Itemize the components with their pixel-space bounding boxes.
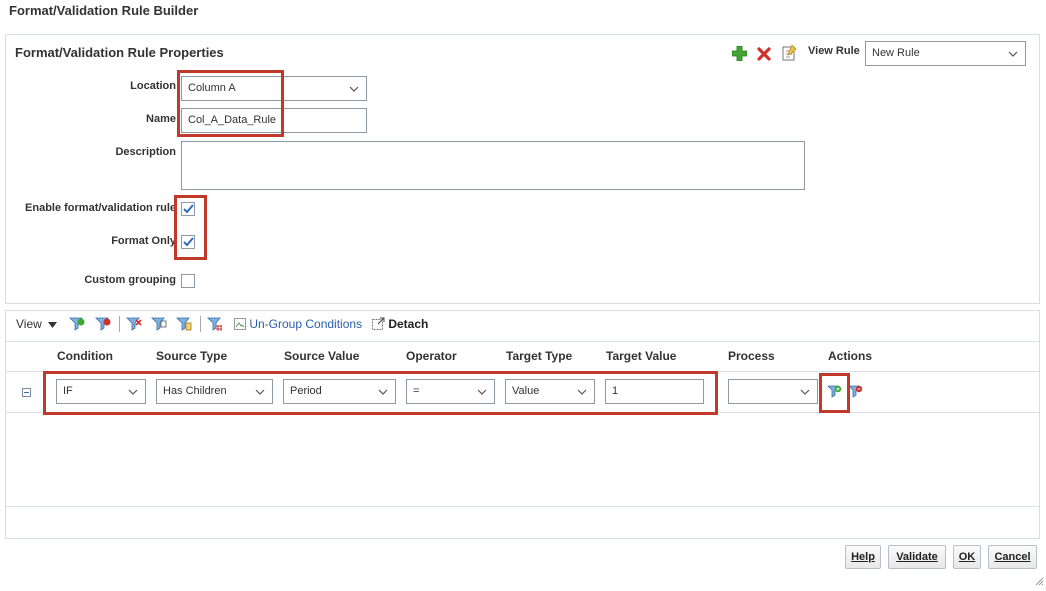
enable-rule-label: Enable format/validation rule [25, 202, 176, 214]
description-field[interactable] [181, 141, 805, 190]
group-conditions-icon[interactable] [207, 317, 223, 335]
chevron-down-icon [477, 389, 487, 395]
location-value: Column A [188, 82, 236, 94]
col-header-process: Process [728, 349, 775, 363]
source-value-select[interactable]: Period [283, 379, 396, 404]
target-type-select[interactable]: Value [505, 379, 595, 404]
condition-select[interactable]: IF [56, 379, 146, 404]
delete-row-condition-icon[interactable] [848, 384, 863, 401]
broken-image-icon [234, 318, 246, 330]
add-condition-icon[interactable] [69, 317, 85, 335]
copy-condition-icon[interactable] [151, 317, 167, 335]
detach-label: Detach [388, 317, 429, 331]
chevron-down-icon [1008, 51, 1018, 57]
view-menu[interactable]: View [16, 317, 58, 331]
caret-down-icon [48, 322, 58, 328]
divider [6, 506, 1039, 507]
chevron-down-icon [378, 389, 388, 395]
cut-condition-icon[interactable] [126, 317, 142, 335]
location-select[interactable]: Column A [181, 76, 367, 101]
chevron-down-icon [800, 389, 810, 395]
toolbar-divider [200, 316, 201, 332]
checkmark-icon [183, 237, 194, 247]
custom-grouping-checkbox[interactable] [181, 274, 195, 288]
chevron-down-icon [128, 389, 138, 395]
divider [6, 412, 1039, 413]
dialog-title: Format/Validation Rule Builder [9, 3, 199, 18]
collapse-icon[interactable] [22, 386, 31, 400]
col-header-operator: Operator [406, 349, 457, 363]
properties-title: Format/Validation Rule Properties [15, 45, 224, 60]
source-type-select[interactable]: Has Children [156, 379, 273, 404]
checkmark-icon [183, 204, 194, 214]
col-header-target-value: Target Value [606, 349, 677, 363]
col-header-source-type: Source Type [156, 349, 228, 363]
ungroup-conditions-label: Un-Group Conditions [249, 317, 363, 331]
detach-icon [372, 317, 385, 330]
rule-properties-panel: Format/Validation Rule Properties View R… [5, 34, 1040, 304]
source-value-value: Period [290, 385, 322, 397]
condition-value: IF [63, 385, 73, 397]
custom-grouping-label: Custom grouping [84, 274, 176, 286]
col-header-source-value: Source Value [284, 349, 360, 363]
view-menu-label: View [16, 317, 42, 331]
col-header-actions: Actions [828, 349, 873, 363]
ok-button[interactable]: OK [953, 545, 981, 569]
view-rule-select[interactable]: New Rule [865, 41, 1026, 66]
add-row-condition-icon[interactable] [827, 384, 842, 401]
format-only-checkbox[interactable] [181, 235, 195, 249]
target-type-value: Value [512, 385, 540, 397]
help-button[interactable]: Help [845, 545, 881, 569]
validate-button[interactable]: Validate [888, 545, 946, 569]
chevron-down-icon [577, 389, 587, 395]
col-header-target-type: Target Type [506, 349, 573, 363]
enable-rule-checkbox[interactable] [181, 202, 195, 216]
detach-button[interactable]: Detach [372, 317, 428, 331]
name-label: Name [146, 113, 176, 125]
source-type-value: Has Children [163, 385, 227, 397]
toolbar-divider [119, 316, 120, 332]
view-rule-label: View Rule [808, 45, 860, 57]
chevron-down-icon [255, 389, 265, 395]
dialog-resize-handle-icon[interactable] [1034, 575, 1044, 589]
delete-condition-icon[interactable] [95, 317, 111, 335]
add-rule-icon[interactable] [731, 45, 748, 64]
ungroup-conditions-link[interactable]: Un-Group Conditions [234, 317, 362, 331]
name-field[interactable]: Col_A_Data_Rule [181, 108, 367, 133]
chevron-down-icon [349, 86, 359, 92]
cancel-button[interactable]: Cancel [988, 545, 1037, 569]
format-only-label: Format Only [111, 235, 176, 247]
conditions-grid: View Un-Group Conditions Detach Conditio… [5, 310, 1040, 539]
delete-rule-icon[interactable] [757, 47, 771, 64]
target-value-field[interactable]: 1 [605, 379, 704, 404]
view-rule-value: New Rule [872, 47, 920, 59]
divider [6, 341, 1039, 342]
operator-value: = [413, 385, 420, 397]
location-label: Location [130, 80, 176, 92]
col-header-condition: Condition [57, 349, 113, 363]
process-select[interactable] [728, 379, 818, 404]
description-label: Description [115, 146, 176, 158]
edit-rule-icon[interactable] [782, 44, 797, 64]
paste-condition-icon[interactable] [176, 317, 192, 335]
divider [6, 371, 1039, 372]
operator-select[interactable]: = [406, 379, 495, 404]
